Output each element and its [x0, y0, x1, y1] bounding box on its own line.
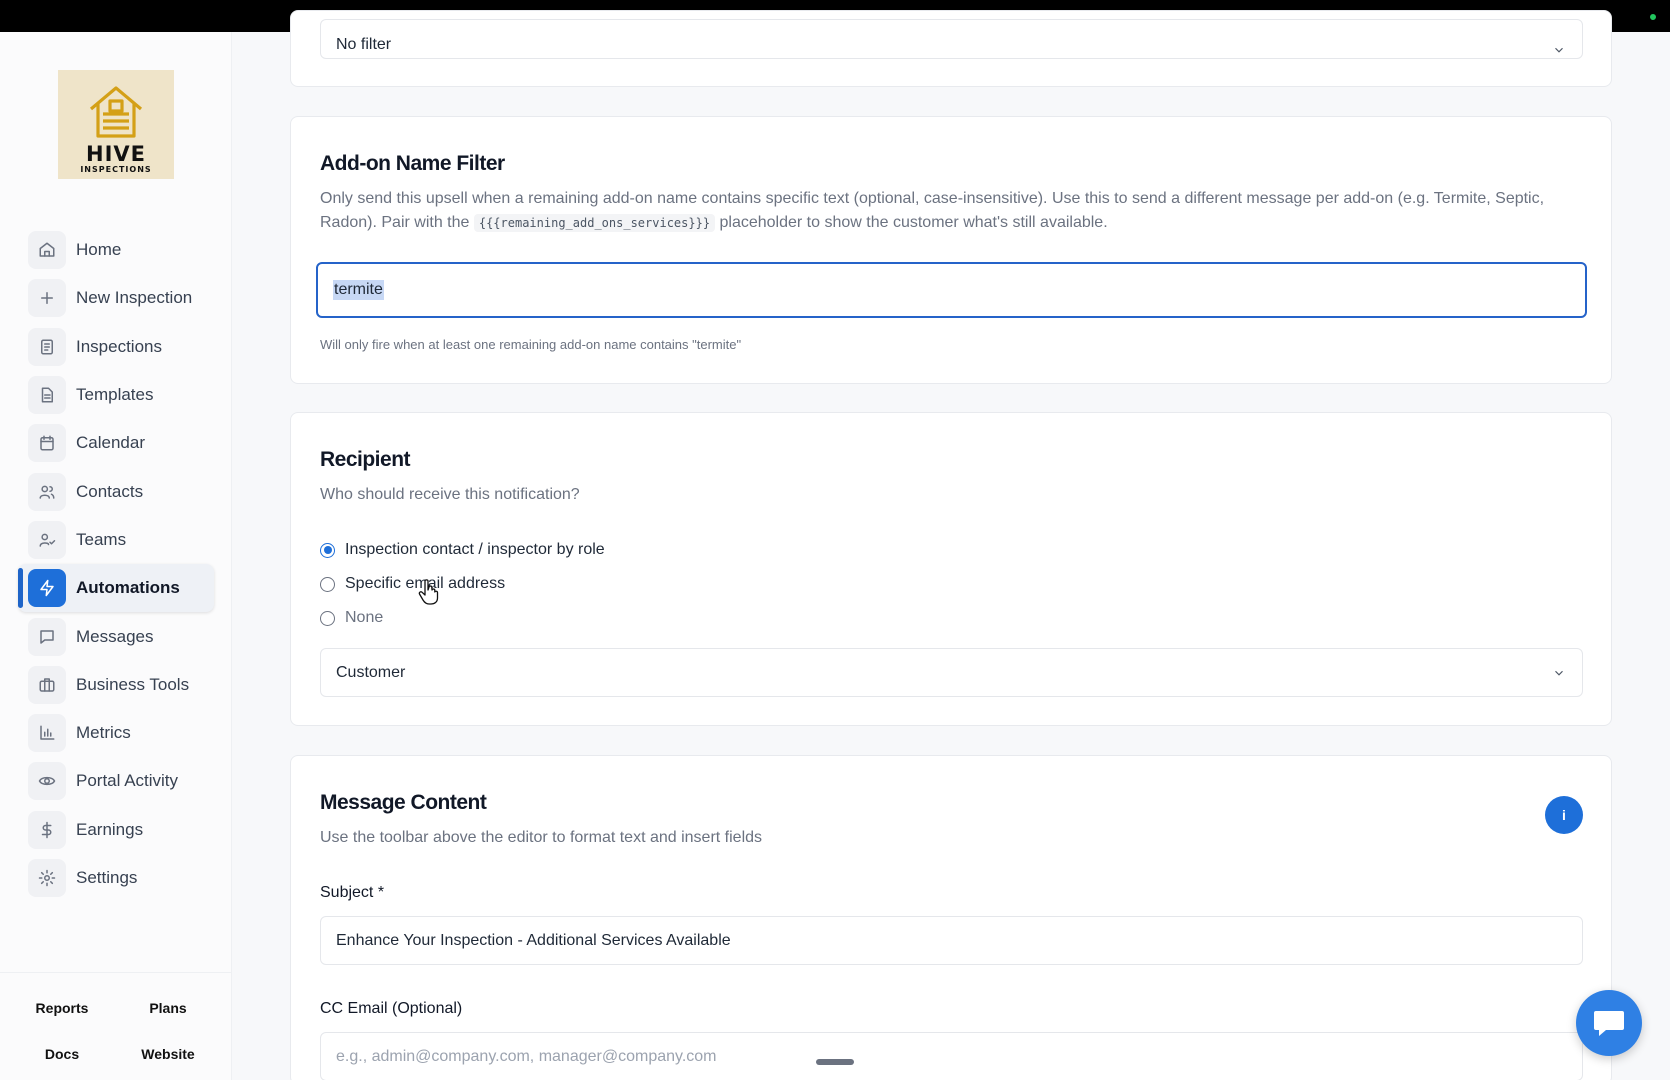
message-content-card: Message Content Use the toolbar above th… — [290, 755, 1612, 1080]
addon-name-input-value: termite — [333, 280, 384, 300]
sidebar-item-portal-activity[interactable]: Portal Activity — [18, 757, 214, 805]
eye-icon — [28, 762, 66, 801]
sidebar-item-contacts[interactable]: Contacts — [18, 467, 214, 515]
placeholder-code: {{{remaining_add_ons_services}}} — [473, 214, 716, 232]
chat-bubble-icon — [1594, 1011, 1624, 1036]
sidebar-item-inspections[interactable]: Inspections — [18, 323, 214, 371]
clipboard-icon — [28, 327, 66, 366]
website-link[interactable]: Website — [118, 1046, 218, 1062]
sidebar-item-messages[interactable]: Messages — [18, 612, 214, 660]
house-logo-icon — [89, 86, 143, 138]
addon-filter-description: Only send this upsell when a remaining a… — [320, 187, 1590, 235]
sidebar-item-label: Automations — [76, 578, 180, 598]
sidebar-item-label: Settings — [76, 868, 138, 887]
sidebar-item-label: Teams — [76, 529, 127, 549]
scroll-handle[interactable] — [816, 1059, 854, 1065]
plans-link[interactable]: Plans — [118, 1000, 218, 1016]
lightning-icon — [28, 569, 66, 608]
cc-email-input[interactable]: e.g., admin@company.com, manager@company… — [320, 1032, 1583, 1080]
sidebar-item-label: New Inspection — [76, 288, 193, 308]
sidebar-item-label: Calendar — [76, 433, 145, 453]
sidebar-item-label: Business Tools — [76, 674, 190, 694]
brand-tagline: INSPECTIONS — [80, 165, 152, 174]
sidebar-item-calendar[interactable]: Calendar — [18, 419, 214, 467]
brand-name: HIVE — [86, 142, 146, 166]
chat-support-button[interactable] — [1576, 990, 1642, 1056]
sidebar-item-label: Earnings — [76, 819, 144, 839]
recipient-option-email[interactable]: Specific email address — [320, 575, 505, 593]
sidebar-item-metrics[interactable]: Metrics — [18, 709, 214, 757]
gear-icon — [28, 859, 66, 897]
recipient-card: Recipient Who should receive this notifi… — [290, 412, 1612, 726]
sidebar-item-teams[interactable]: Teams — [18, 516, 214, 564]
brand-logo[interactable]: HIVE INSPECTIONS — [58, 70, 174, 179]
role-select[interactable]: Customer — [320, 648, 1583, 697]
chevron-down-icon — [1552, 43, 1566, 57]
filter-select[interactable]: No filter — [320, 19, 1583, 59]
addon-name-input[interactable]: termite — [316, 262, 1587, 318]
recipient-description: Who should receive this notification? — [320, 486, 580, 503]
addon-filter-card: Add-on Name Filter Only send this upsell… — [290, 116, 1612, 384]
message-content-description: Use the toolbar above the editor to form… — [320, 829, 763, 846]
recipient-title: Recipient — [320, 448, 411, 471]
chevron-down-icon — [1552, 666, 1566, 680]
role-select-value: Customer — [336, 663, 406, 681]
briefcase-icon — [28, 665, 66, 704]
home-icon — [28, 231, 66, 270]
addon-filter-title: Add-on Name Filter — [320, 152, 505, 175]
main-nav: Home New Inspection Inspections Template… — [18, 226, 214, 902]
sidebar-item-templates[interactable]: Templates — [18, 371, 214, 419]
team-icon — [28, 520, 66, 559]
sidebar-item-home[interactable]: Home — [18, 226, 214, 274]
dollar-icon — [28, 810, 66, 849]
sidebar-item-label: Messages — [76, 626, 154, 646]
cc-email-placeholder: e.g., admin@company.com, manager@company… — [336, 1047, 717, 1065]
sidebar-item-earnings[interactable]: Earnings — [18, 806, 214, 854]
sidebar-item-label: Portal Activity — [76, 771, 179, 791]
recipient-option-role[interactable]: Inspection contact / inspector by role — [320, 541, 605, 559]
message-icon — [28, 617, 66, 656]
plus-icon — [28, 279, 66, 318]
sidebar-item-label: Inspections — [76, 336, 162, 356]
sidebar: HIVE INSPECTIONS Home New Inspection Ins… — [0, 32, 232, 1080]
message-content-title: Message Content — [320, 791, 487, 814]
document-icon — [28, 376, 66, 415]
reports-link[interactable]: Reports — [12, 1000, 112, 1016]
radio-unselected[interactable] — [320, 576, 335, 592]
hand-cursor-icon — [418, 579, 439, 605]
info-button[interactable]: i — [1545, 796, 1583, 834]
cc-email-label: CC Email (Optional) — [320, 1000, 463, 1017]
filter-select-value: No filter — [336, 36, 392, 53]
sidebar-item-label: Metrics — [76, 723, 131, 743]
users-icon — [28, 472, 66, 511]
sidebar-item-automations[interactable]: Automations — [18, 564, 214, 613]
radio-label: None — [345, 609, 384, 626]
radio-selected[interactable] — [320, 542, 335, 558]
subject-input-value: Enhance Your Inspection - Additional Ser… — [336, 931, 731, 949]
description-text: placeholder to show the customer what's … — [719, 214, 1108, 231]
addon-filter-hint: Will only fire when at least one remaini… — [320, 337, 742, 352]
sidebar-item-new-inspection[interactable]: New Inspection — [18, 274, 214, 322]
subject-input[interactable]: Enhance Your Inspection - Additional Ser… — [320, 916, 1583, 965]
sidebar-footer: Reports Plans Docs Website — [0, 972, 231, 1080]
bar-chart-icon — [28, 714, 66, 753]
recipient-option-none[interactable]: None — [320, 609, 383, 627]
sidebar-item-label: Home — [76, 240, 122, 260]
sidebar-item-settings[interactable]: Settings — [18, 854, 214, 902]
subject-label: Subject * — [320, 884, 385, 901]
radio-unselected[interactable] — [320, 610, 335, 626]
sidebar-item-business-tools[interactable]: Business Tools — [18, 661, 214, 709]
calendar-icon — [28, 424, 66, 463]
status-dot — [1650, 14, 1656, 20]
sidebar-item-label: Templates — [76, 385, 154, 405]
filter-card-partial: No filter — [290, 10, 1612, 87]
docs-link[interactable]: Docs — [12, 1046, 112, 1062]
radio-label: Inspection contact / inspector by role — [345, 541, 605, 558]
sidebar-item-label: Contacts — [76, 481, 144, 501]
